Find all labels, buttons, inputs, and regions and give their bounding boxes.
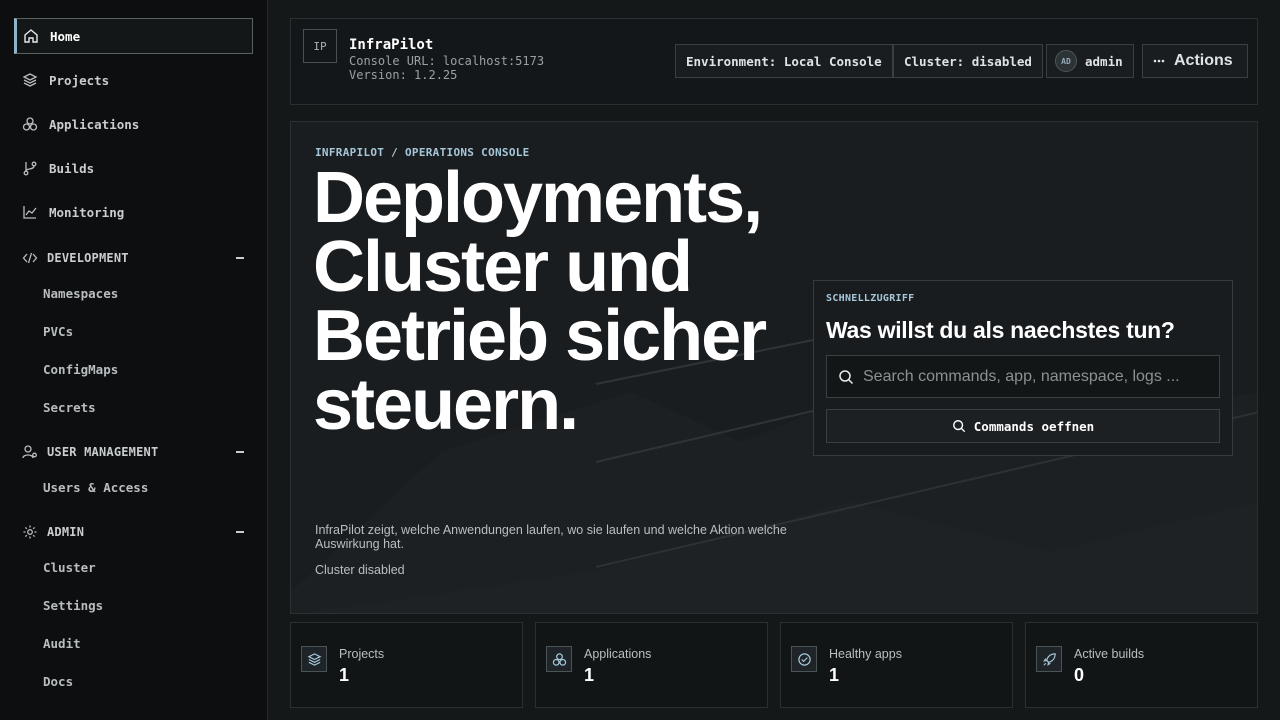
section-label: USER MANAGEMENT (47, 445, 159, 459)
avatar: AD (1055, 50, 1077, 72)
section-label: DEVELOPMENT (47, 251, 129, 265)
search-icon (952, 419, 966, 433)
collapse-icon[interactable] (236, 531, 244, 533)
sidebar: Home Projects Applications Builds Monito… (0, 0, 268, 720)
layers-icon (301, 646, 327, 672)
stat-card-active-builds[interactable]: Active builds 0 (1025, 622, 1258, 708)
sidebar-item-projects[interactable]: Projects (14, 62, 253, 98)
git-branch-icon (22, 160, 42, 176)
section-admin[interactable]: ADMIN (14, 517, 253, 547)
user-gear-icon (22, 444, 42, 460)
app-logo: IP (303, 29, 337, 63)
cluster-status-text: Cluster disabled (315, 563, 405, 577)
open-commands-label: Commands oeffnen (973, 418, 1095, 434)
chart-line-icon (22, 204, 42, 220)
command-search[interactable] (826, 355, 1220, 398)
page-title: Deployments, Cluster und Betrieb sicher … (313, 158, 767, 445)
user-name: admin (1085, 53, 1123, 69)
actions-label: Actions (1174, 52, 1233, 69)
hero-panel: INFRAPILOT / OPERATIONS CONSOLE Deployme… (290, 121, 1258, 614)
sidebar-item-namespaces[interactable]: Namespaces (43, 286, 118, 306)
environment-label: Environment: Local Console (686, 53, 882, 69)
stat-label: Healthy apps (829, 647, 902, 661)
stat-value: 0 (1074, 665, 1085, 685)
sidebar-item-users-access[interactable]: Users & Access (43, 480, 148, 500)
sidebar-item-label: Monitoring (49, 204, 125, 220)
sidebar-item-secrets[interactable]: Secrets (43, 400, 96, 420)
search-icon (838, 369, 854, 385)
sidebar-item-settings[interactable]: Settings (43, 598, 103, 618)
app-version: Version: 1.2.25 (349, 68, 458, 82)
section-development[interactable]: DEVELOPMENT (14, 243, 253, 273)
cluster-label: Cluster: disabled (904, 53, 1032, 69)
sidebar-item-label: Home (50, 28, 81, 44)
quick-access-panel: SCHNELLZUGRIFF Was willst du als naechst… (813, 280, 1233, 456)
collapse-icon[interactable] (236, 257, 244, 259)
sidebar-item-cluster[interactable]: Cluster (43, 560, 96, 580)
top-bar: IP InfraPilot Console URL: localhost:517… (290, 18, 1258, 105)
hero-description: InfraPilot zeigt, welche Anwendungen lau… (315, 523, 787, 551)
sidebar-item-applications[interactable]: Applications (14, 106, 253, 142)
search-input[interactable] (863, 367, 1203, 386)
sidebar-item-configmaps[interactable]: ConfigMaps (43, 362, 118, 382)
sidebar-item-label: Builds (49, 160, 95, 176)
open-commands-button[interactable]: Commands oeffnen (826, 409, 1220, 443)
cluster-badge: Cluster: disabled (893, 44, 1043, 78)
section-label: ADMIN (47, 525, 85, 539)
home-icon (23, 28, 43, 44)
check-circle-icon (791, 646, 817, 672)
sidebar-item-label: Projects (49, 72, 110, 88)
sidebar-item-label: Applications (49, 116, 140, 132)
rocket-icon (1036, 646, 1062, 672)
more-icon (1153, 59, 1165, 63)
sidebar-item-audit[interactable]: Audit (43, 636, 81, 656)
quick-access-kicker: SCHNELLZUGRIFF (826, 293, 915, 304)
stat-label: Applications (584, 647, 652, 661)
sidebar-item-pvcs[interactable]: PVCs (43, 324, 73, 344)
layers-icon (22, 72, 42, 88)
collapse-icon[interactable] (236, 451, 244, 453)
sidebar-item-home[interactable]: Home (14, 18, 253, 54)
stat-value: 1 (829, 665, 840, 685)
stat-card-applications[interactable]: Applications 1 (535, 622, 768, 708)
stat-card-projects[interactable]: Projects 1 (290, 622, 523, 708)
stat-value: 1 (584, 665, 595, 685)
stat-label: Projects (339, 647, 385, 661)
sidebar-item-docs[interactable]: Docs (43, 674, 73, 694)
stat-value: 1 (339, 665, 350, 685)
section-user-management[interactable]: USER MANAGEMENT (14, 437, 253, 467)
apps-icon (546, 646, 572, 672)
console-url: Console URL: localhost:5173 (349, 54, 545, 68)
sidebar-item-builds[interactable]: Builds (14, 150, 253, 186)
code-icon (22, 250, 42, 266)
stat-card-healthy-apps[interactable]: Healthy apps 1 (780, 622, 1013, 708)
actions-button[interactable]: Actions (1142, 44, 1248, 78)
app-name: InfraPilot (349, 37, 434, 53)
environment-badge: Environment: Local Console (675, 44, 893, 78)
apps-icon (22, 116, 42, 132)
quick-access-title: Was willst du als naechstes tun? (826, 317, 1175, 343)
stat-label: Active builds (1074, 647, 1145, 661)
gear-icon (22, 524, 42, 540)
sidebar-item-monitoring[interactable]: Monitoring (14, 194, 253, 230)
user-menu[interactable]: AD admin (1046, 44, 1134, 78)
